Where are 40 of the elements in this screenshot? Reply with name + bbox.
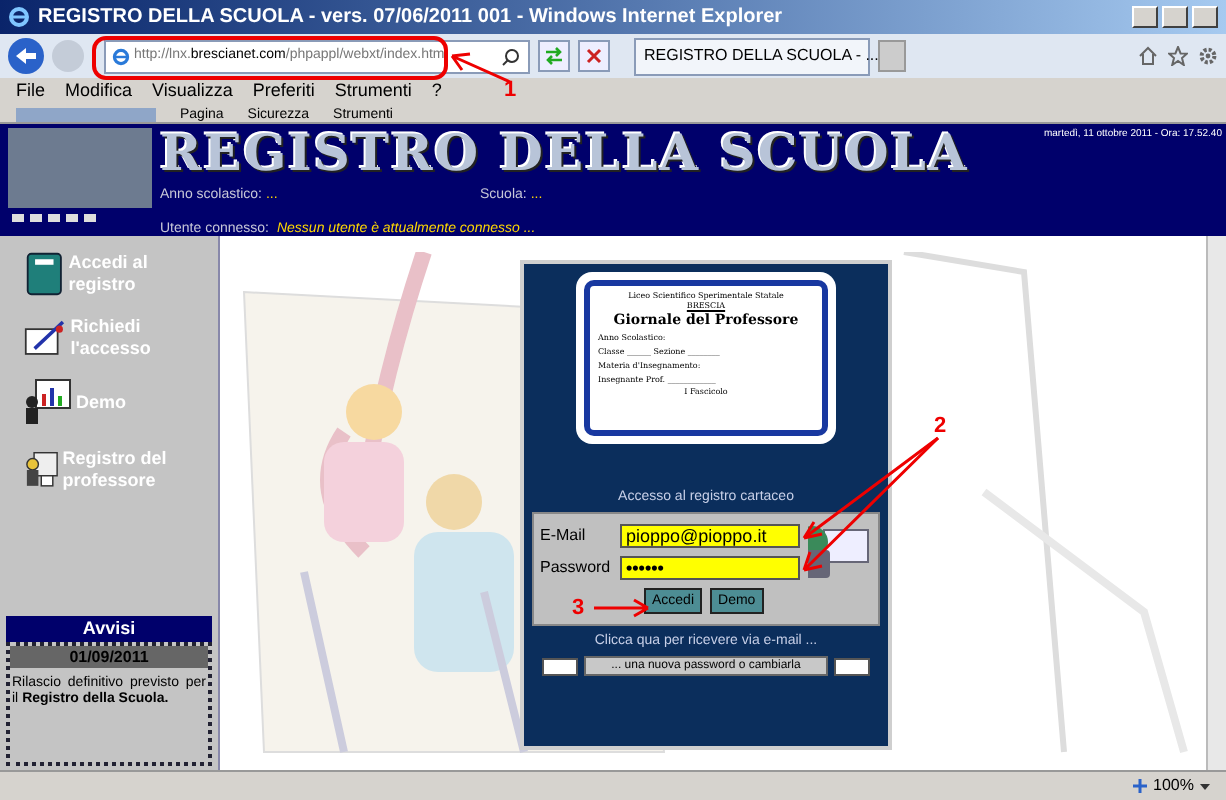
menu-item[interactable]: Modifica <box>65 78 133 106</box>
password-label: Password <box>540 555 612 579</box>
menu-item[interactable]: File <box>16 78 46 106</box>
email-label: E-Mail <box>540 523 588 547</box>
back-button[interactable] <box>8 38 44 74</box>
star-icon[interactable] <box>1168 46 1188 66</box>
annotation-arrow <box>800 436 940 544</box>
notice-date: 01/09/2011 <box>10 646 208 668</box>
notices-title: Avvisi <box>6 616 212 642</box>
caret-icon <box>1200 783 1210 789</box>
menu-item[interactable]: ? <box>431 78 442 106</box>
scrollbar[interactable] <box>1206 236 1226 770</box>
home-icon[interactable] <box>1138 46 1158 66</box>
annotation-number: 1 <box>504 76 517 106</box>
menu-item[interactable]: Visualizza <box>152 78 233 106</box>
browser-logo-icon <box>8 6 30 28</box>
notebook-icon <box>24 250 65 298</box>
menu-item[interactable]: Preferiti <box>252 78 315 106</box>
photo-placeholder <box>8 128 152 208</box>
annotation-arrow <box>450 48 512 84</box>
refresh-arrows-icon <box>544 46 564 66</box>
annotation-number: 3 <box>572 594 585 624</box>
zoom-icon <box>1131 778 1148 794</box>
site-title: REGISTRO DELLA SCUOLA <box>160 124 969 184</box>
password-field[interactable]: •••••• <box>620 555 800 579</box>
email-field[interactable]: pioppo@pioppo.it <box>620 523 800 547</box>
left-arrow-icon <box>16 48 36 64</box>
annotation-arrow <box>592 598 652 618</box>
document-pen-icon <box>24 316 67 360</box>
presentation-board-icon <box>24 378 72 426</box>
zoom-control[interactable]: 100% <box>1131 774 1210 798</box>
annotation-number: 2 <box>934 412 947 442</box>
annotation-arrow <box>800 436 940 576</box>
refresh-button[interactable] <box>538 40 570 72</box>
stop-button[interactable] <box>578 40 610 72</box>
window-title: REGISTRO DELLA SCUOLA - vers. 07/06/2011 001 - Windows Internet Explorer <box>38 4 783 32</box>
settings-icon[interactable] <box>1198 46 1218 66</box>
search-icon[interactable] <box>502 47 520 65</box>
page-icon <box>112 47 130 65</box>
menu-item[interactable]: Strumenti <box>334 78 412 106</box>
